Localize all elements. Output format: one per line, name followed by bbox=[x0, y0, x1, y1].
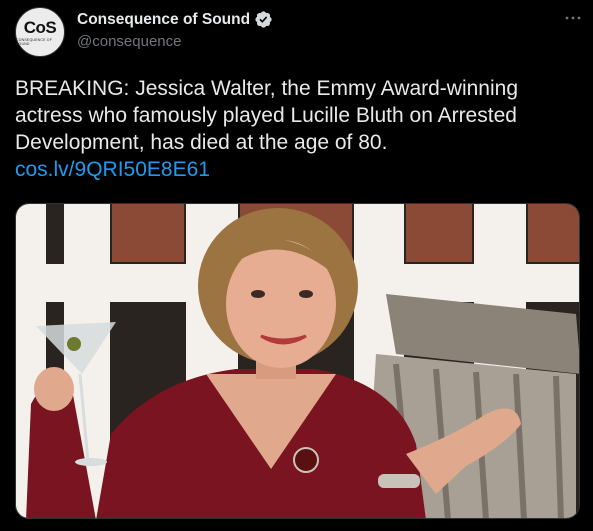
tweet-body: BREAKING: Jessica Walter, the Emmy Award… bbox=[15, 75, 580, 183]
avatar-logo-text: CoS bbox=[23, 17, 57, 37]
tweet-photo[interactable] bbox=[15, 203, 580, 519]
tweet-text: BREAKING: Jessica Walter, the Emmy Award… bbox=[15, 77, 519, 154]
verified-badge-icon bbox=[255, 11, 272, 28]
avatar-logo-subtext: CONSEQUENCE OF SOUND bbox=[16, 37, 53, 46]
tweet: CoS CONSEQUENCE OF SOUND Consequence of … bbox=[0, 0, 593, 531]
more-options-icon[interactable] bbox=[562, 10, 584, 26]
photo-illustration bbox=[16, 204, 579, 518]
tweet-link[interactable]: cos.lv/9QRI50E8E61 bbox=[15, 156, 580, 183]
account-handle[interactable]: @consequence bbox=[77, 33, 181, 50]
avatar[interactable]: CoS CONSEQUENCE OF SOUND bbox=[15, 7, 65, 57]
author-name-row: Consequence of Sound bbox=[77, 10, 273, 29]
display-name[interactable]: Consequence of Sound bbox=[77, 11, 250, 29]
